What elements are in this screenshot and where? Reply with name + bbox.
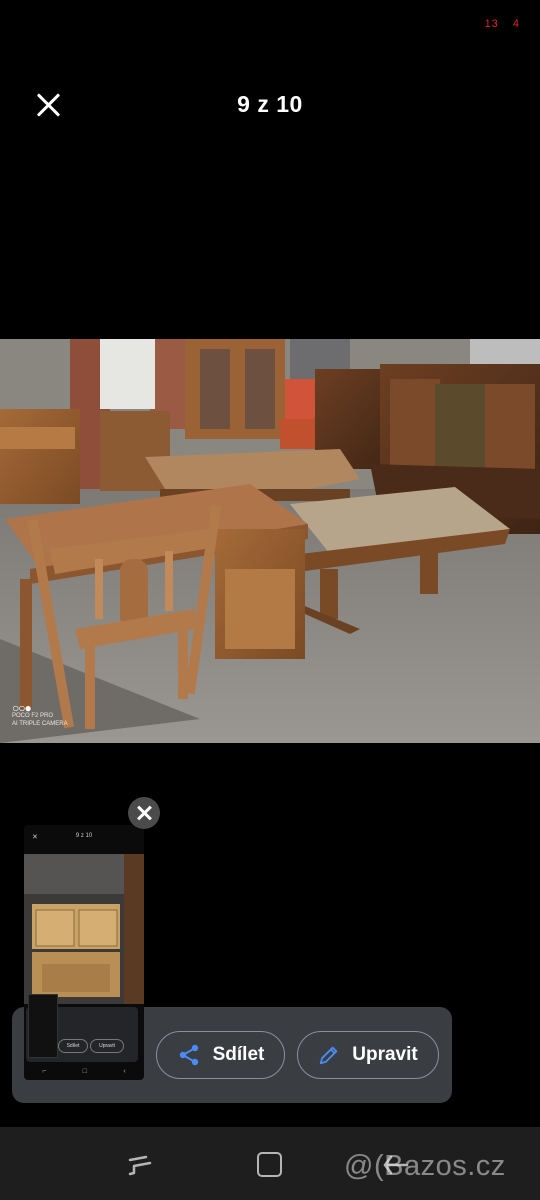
thumbnail-image <box>24 854 144 1004</box>
status-number-left: 13 <box>484 18 499 30</box>
thumbnail-home-icon: □ <box>82 1068 87 1075</box>
thumbnail-inner-thumb <box>28 994 58 1058</box>
edit-label: Upravit <box>352 1044 418 1065</box>
furniture-photo <box>0 339 540 743</box>
camera-watermark: ○○● POCO F2 PRO AI TRIPLE CAMERA <box>12 701 68 728</box>
share-button[interactable]: Sdílet <box>156 1031 285 1079</box>
thumbnail-nav: ⌐ □ ‹ <box>24 1068 144 1075</box>
bazos-watermark: @(Bazos.cz <box>344 1150 506 1182</box>
home-icon[interactable] <box>257 1152 282 1177</box>
thumbnail-edit-pill: Upravit <box>90 1039 124 1053</box>
recent-apps-icon[interactable] <box>128 1153 152 1177</box>
listing-photo[interactable] <box>0 339 540 743</box>
watermark-line-1: POCO F2 PRO <box>12 713 54 719</box>
status-number-right: 4 <box>512 18 520 30</box>
edit-button[interactable]: Upravit <box>297 1031 439 1079</box>
screenshot-thumbnail[interactable]: ✕ 9 z 10 Sdílet Upravit ⌐ □ ‹ <box>24 825 144 1080</box>
status-bar: 13 4 <box>475 18 520 30</box>
camera-logo-icon: ○○● <box>12 701 32 715</box>
thumbnail-recent-icon: ⌐ <box>42 1068 47 1075</box>
thumbnail-counter: 9 z 10 <box>75 833 93 839</box>
pencil-icon <box>320 1046 338 1065</box>
watermark-line-2: AI TRIPLE CAMERA <box>12 721 68 727</box>
share-label: Sdílet <box>212 1044 265 1065</box>
thumbnail-share-pill: Sdílet <box>58 1039 88 1053</box>
thumbnail-back-icon: ‹ <box>123 1068 126 1075</box>
dismiss-thumbnail-icon[interactable] <box>128 797 160 829</box>
image-counter: 9 z 10 <box>237 91 303 117</box>
share-icon <box>179 1044 198 1066</box>
